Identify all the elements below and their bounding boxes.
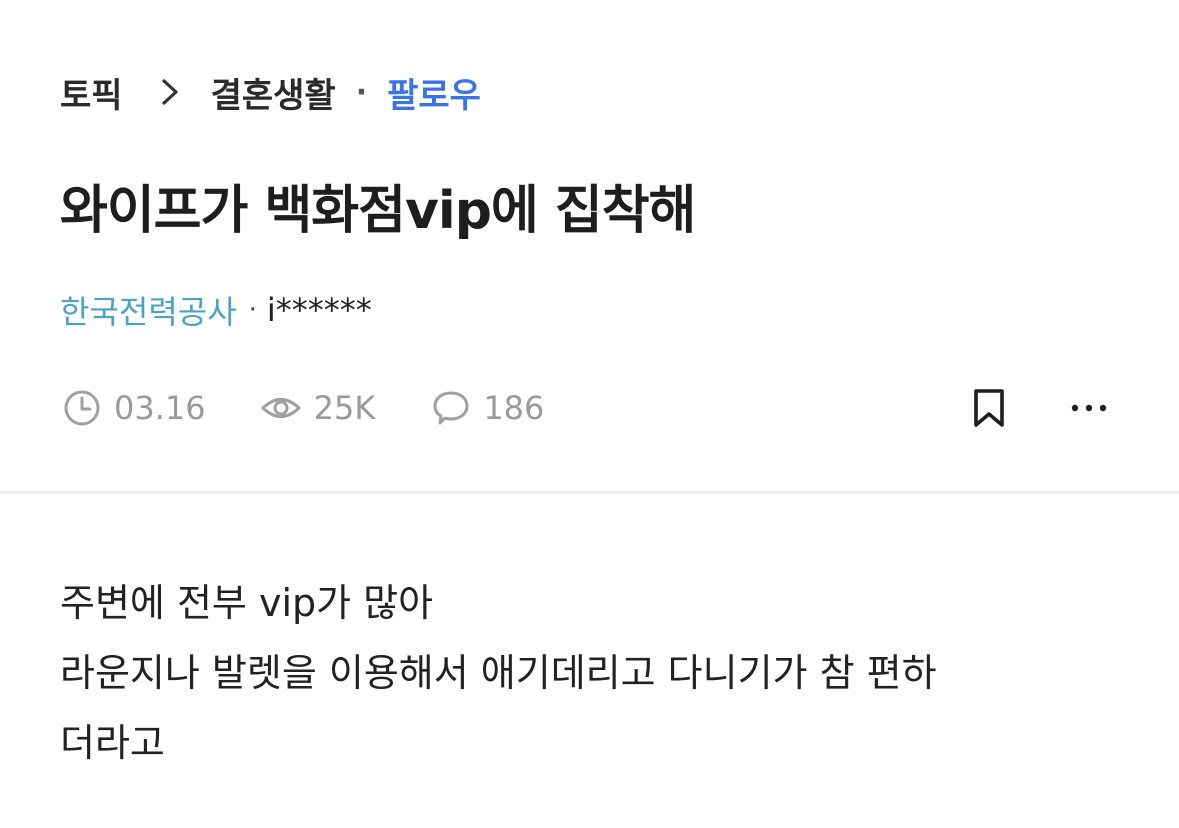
post-views-value: 25K	[313, 389, 376, 427]
post-page: 토픽 결혼생활 · 팔로우 와이프가 백화점vip에 집착해 한국전력공사 · …	[0, 0, 1179, 828]
breadcrumb-separator: ·	[355, 74, 368, 110]
bookmark-icon	[974, 389, 1004, 427]
clock-icon	[64, 390, 100, 426]
post-body: 주변에 전부 vip가 많아 라운지나 발렛을 이용해서 애기데리고 다니기가 …	[60, 568, 1140, 778]
breadcrumb-root[interactable]: 토픽	[60, 68, 123, 117]
post-title: 와이프가 백화점vip에 집착해	[60, 181, 696, 241]
section-divider	[0, 491, 1179, 494]
author-name: i******	[266, 291, 372, 329]
chevron-right-icon	[159, 76, 181, 108]
post-body-line: 주변에 전부 vip가 많아	[60, 581, 434, 625]
eye-icon	[261, 398, 301, 418]
breadcrumb: 토픽 결혼생활 · 팔로우	[60, 66, 481, 118]
more-icon	[1071, 404, 1107, 412]
post-date-value: 03.16	[114, 389, 206, 427]
post-body-line: 더라고	[60, 721, 165, 765]
author-company[interactable]: 한국전력공사	[60, 287, 237, 333]
post-body-line: 라운지나 발렛을 이용해서 애기데리고 다니기가 참 편하	[60, 651, 937, 695]
bookmark-button[interactable]	[966, 384, 1012, 432]
post-meta: 03.16 25K 186	[62, 384, 544, 432]
post-views: 25K	[260, 388, 376, 428]
breadcrumb-category[interactable]: 결혼생활	[211, 68, 336, 117]
post-date: 03.16	[62, 388, 206, 428]
follow-button[interactable]: 팔로우	[387, 68, 481, 117]
post-comments-value: 186	[483, 389, 545, 427]
author-separator: ·	[248, 295, 257, 325]
more-button[interactable]	[1066, 388, 1112, 428]
comment-icon	[433, 391, 469, 425]
author-info: 한국전력공사 · i******	[60, 286, 372, 334]
post-comments[interactable]: 186	[431, 388, 544, 428]
